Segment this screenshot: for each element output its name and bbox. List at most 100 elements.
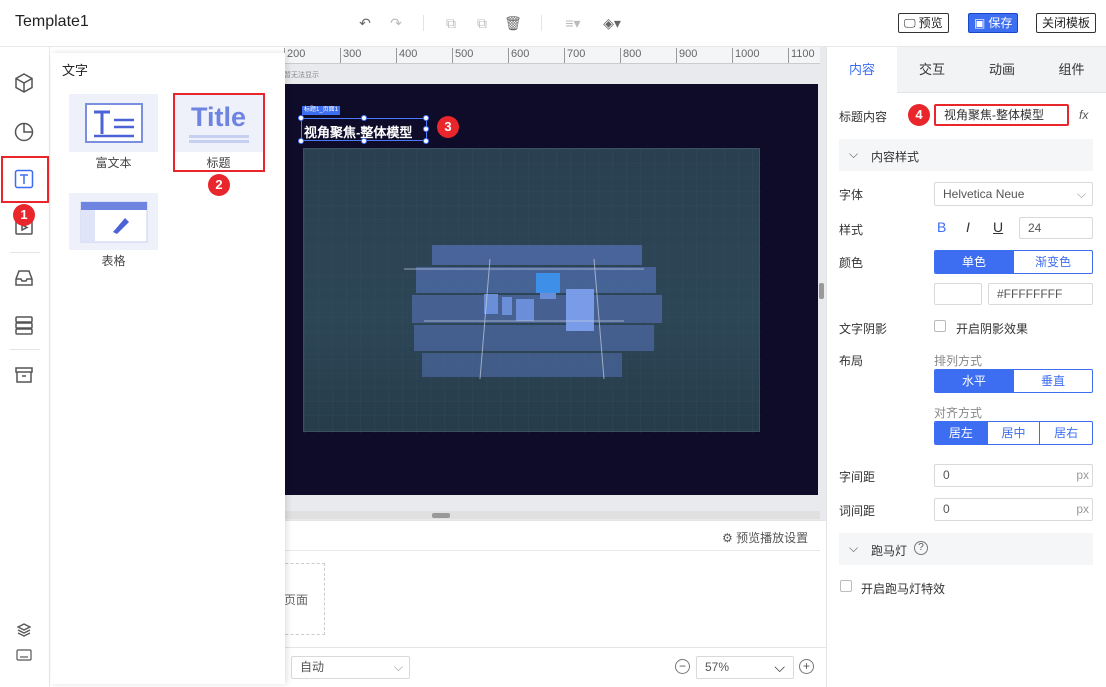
paste-icon[interactable]: ⧉ xyxy=(473,14,491,32)
step-badge-1: 1 xyxy=(13,204,35,226)
step-badge-3: 3 xyxy=(437,116,459,138)
horizontal-ruler: 200 300 400 500 600 700 800 900 1000 110… xyxy=(284,47,820,64)
font-select[interactable]: Helvetica Neue ⌵ xyxy=(934,182,1093,206)
keyboard-icon[interactable] xyxy=(11,642,37,668)
ruler-tick: 1000 xyxy=(732,48,759,63)
delete-icon[interactable]: 🗑 xyxy=(504,14,522,32)
toolbar-divider xyxy=(541,15,542,31)
word-spacing-input[interactable]: 0 px xyxy=(934,498,1093,521)
chart-pie-icon[interactable] xyxy=(11,119,37,145)
text-tool-icon[interactable] xyxy=(11,166,37,192)
layer-dropdown-icon[interactable]: ◈▾ xyxy=(599,14,625,32)
align-right-option[interactable]: 居右 xyxy=(1039,422,1092,444)
zoom-in-icon[interactable]: + xyxy=(799,659,814,674)
database-icon[interactable] xyxy=(11,312,37,338)
color-single-option[interactable]: 单色 xyxy=(935,251,1013,273)
preview-button[interactable]: 🖵 预览 xyxy=(898,13,949,33)
redo-icon[interactable]: ↷ xyxy=(387,14,405,32)
cube-icon[interactable] xyxy=(11,70,37,96)
color-gradient-option[interactable]: 渐变色 xyxy=(1013,251,1092,273)
marquee-checkbox[interactable] xyxy=(840,580,852,592)
chevron-down-icon: ⌵ xyxy=(849,541,859,555)
resize-handle[interactable] xyxy=(423,126,429,132)
vertical-scrollbar[interactable] xyxy=(819,283,824,299)
style-label: 样式 xyxy=(839,223,864,237)
shadow-checkbox[interactable] xyxy=(934,320,946,332)
ruler-tick: 300 xyxy=(340,48,361,63)
inbox-icon[interactable] xyxy=(11,265,37,291)
resize-handle[interactable] xyxy=(298,115,304,121)
resize-handle[interactable] xyxy=(361,115,367,121)
content-style-section[interactable]: ⌵ 内容样式 xyxy=(839,139,1093,171)
3d-scene-image[interactable] xyxy=(303,148,761,433)
marquee-checkbox-label: 开启跑马灯特效 xyxy=(861,582,946,596)
tab-component[interactable]: 组件 xyxy=(1037,47,1106,93)
property-tabs: 内容 交互 动画 组件 xyxy=(827,47,1106,93)
undo-icon[interactable]: ↶ xyxy=(356,14,374,32)
resize-handle[interactable] xyxy=(423,138,429,144)
align-left-option[interactable]: 居左 xyxy=(935,422,987,444)
page-strip-divider xyxy=(284,550,820,551)
ruler-tick: 1100 xyxy=(788,48,815,63)
chevron-down-icon: ⌵ xyxy=(393,660,403,674)
marquee-section[interactable]: ⌵ 跑马灯 ? xyxy=(839,533,1093,565)
ruler-tick: 800 xyxy=(620,48,641,63)
shadow-checkbox-label: 开启阴影效果 xyxy=(956,322,1029,336)
ruler-tick: 400 xyxy=(396,48,417,63)
font-label: 字体 xyxy=(839,188,864,202)
ruler-tick: 500 xyxy=(452,48,473,63)
page-label: 页面 xyxy=(284,593,309,607)
playback-settings-link[interactable]: ⚙ 预览播放设置 xyxy=(722,529,808,546)
arrange-horizontal-option[interactable]: 水平 xyxy=(935,370,1013,392)
layout-label: 布局 xyxy=(839,354,864,368)
close-template-button[interactable]: 关闭模板 xyxy=(1036,13,1097,33)
layers-icon[interactable] xyxy=(11,617,37,643)
fx-button[interactable]: fx xyxy=(1079,108,1088,122)
resize-handle[interactable] xyxy=(423,115,429,121)
ruler-tick: 200 xyxy=(284,48,305,63)
tab-content[interactable]: 内容 xyxy=(827,47,897,93)
color-hex-input[interactable]: #FFFFFFFF xyxy=(988,283,1093,305)
zoom-out-icon[interactable]: − xyxy=(675,659,690,674)
resize-handle[interactable] xyxy=(298,138,304,144)
underline-button[interactable]: U xyxy=(993,219,1003,235)
step-badge-2: 2 xyxy=(208,174,230,196)
auto-select[interactable]: 自动 ⌵ xyxy=(291,656,410,679)
ruler-tick: 600 xyxy=(508,48,529,63)
sidebar-divider xyxy=(10,349,40,350)
monitor-icon: 🖵 xyxy=(904,16,916,30)
gear-icon: ⚙ xyxy=(722,531,733,545)
archive-icon[interactable] xyxy=(11,362,37,388)
word-spacing-label: 词间距 xyxy=(839,504,876,518)
tab-interaction[interactable]: 交互 xyxy=(897,47,967,93)
align-center-option[interactable]: 居中 xyxy=(986,422,1040,444)
table-label: 表格 xyxy=(101,254,126,268)
rich-text-label: 富文本 xyxy=(95,156,132,170)
title-element-text: 视角聚焦-整体模型 xyxy=(304,125,413,140)
panel-title: 文字 xyxy=(62,63,89,78)
bold-button[interactable]: B xyxy=(937,219,946,235)
rich-text-card[interactable] xyxy=(69,94,158,152)
italic-button[interactable]: I xyxy=(966,219,970,235)
align-label: 对齐方式 xyxy=(934,406,983,420)
horizontal-scrollbar[interactable] xyxy=(432,513,450,518)
tab-animation[interactable]: 动画 xyxy=(967,47,1037,93)
resize-handle[interactable] xyxy=(361,138,367,144)
arrange-vertical-option[interactable]: 垂直 xyxy=(1013,370,1092,392)
text-shadow-label: 文字阴影 xyxy=(839,322,888,336)
help-icon[interactable]: ? xyxy=(914,541,928,555)
save-button[interactable]: ▣ 保存 xyxy=(968,13,1019,33)
copy-icon[interactable]: ⧉ xyxy=(442,14,460,32)
font-size-input[interactable]: 24 xyxy=(1019,217,1093,239)
letter-spacing-input[interactable]: 0 px xyxy=(934,464,1093,487)
unit-suffix: px xyxy=(1076,468,1089,482)
toolbar-divider xyxy=(423,15,424,31)
title-content-input[interactable]: 视角聚焦-整体模型 xyxy=(934,104,1069,126)
zoom-select[interactable]: 57% ⌵ xyxy=(696,656,794,679)
align-dropdown-icon[interactable]: ≡▾ xyxy=(560,14,586,32)
table-card[interactable] xyxy=(69,193,158,250)
letter-spacing-label: 字间距 xyxy=(839,470,876,484)
step-badge-4: 4 xyxy=(908,104,930,126)
color-swatch[interactable] xyxy=(934,283,982,305)
canvas-hint: 暂无法显示 xyxy=(284,72,319,79)
